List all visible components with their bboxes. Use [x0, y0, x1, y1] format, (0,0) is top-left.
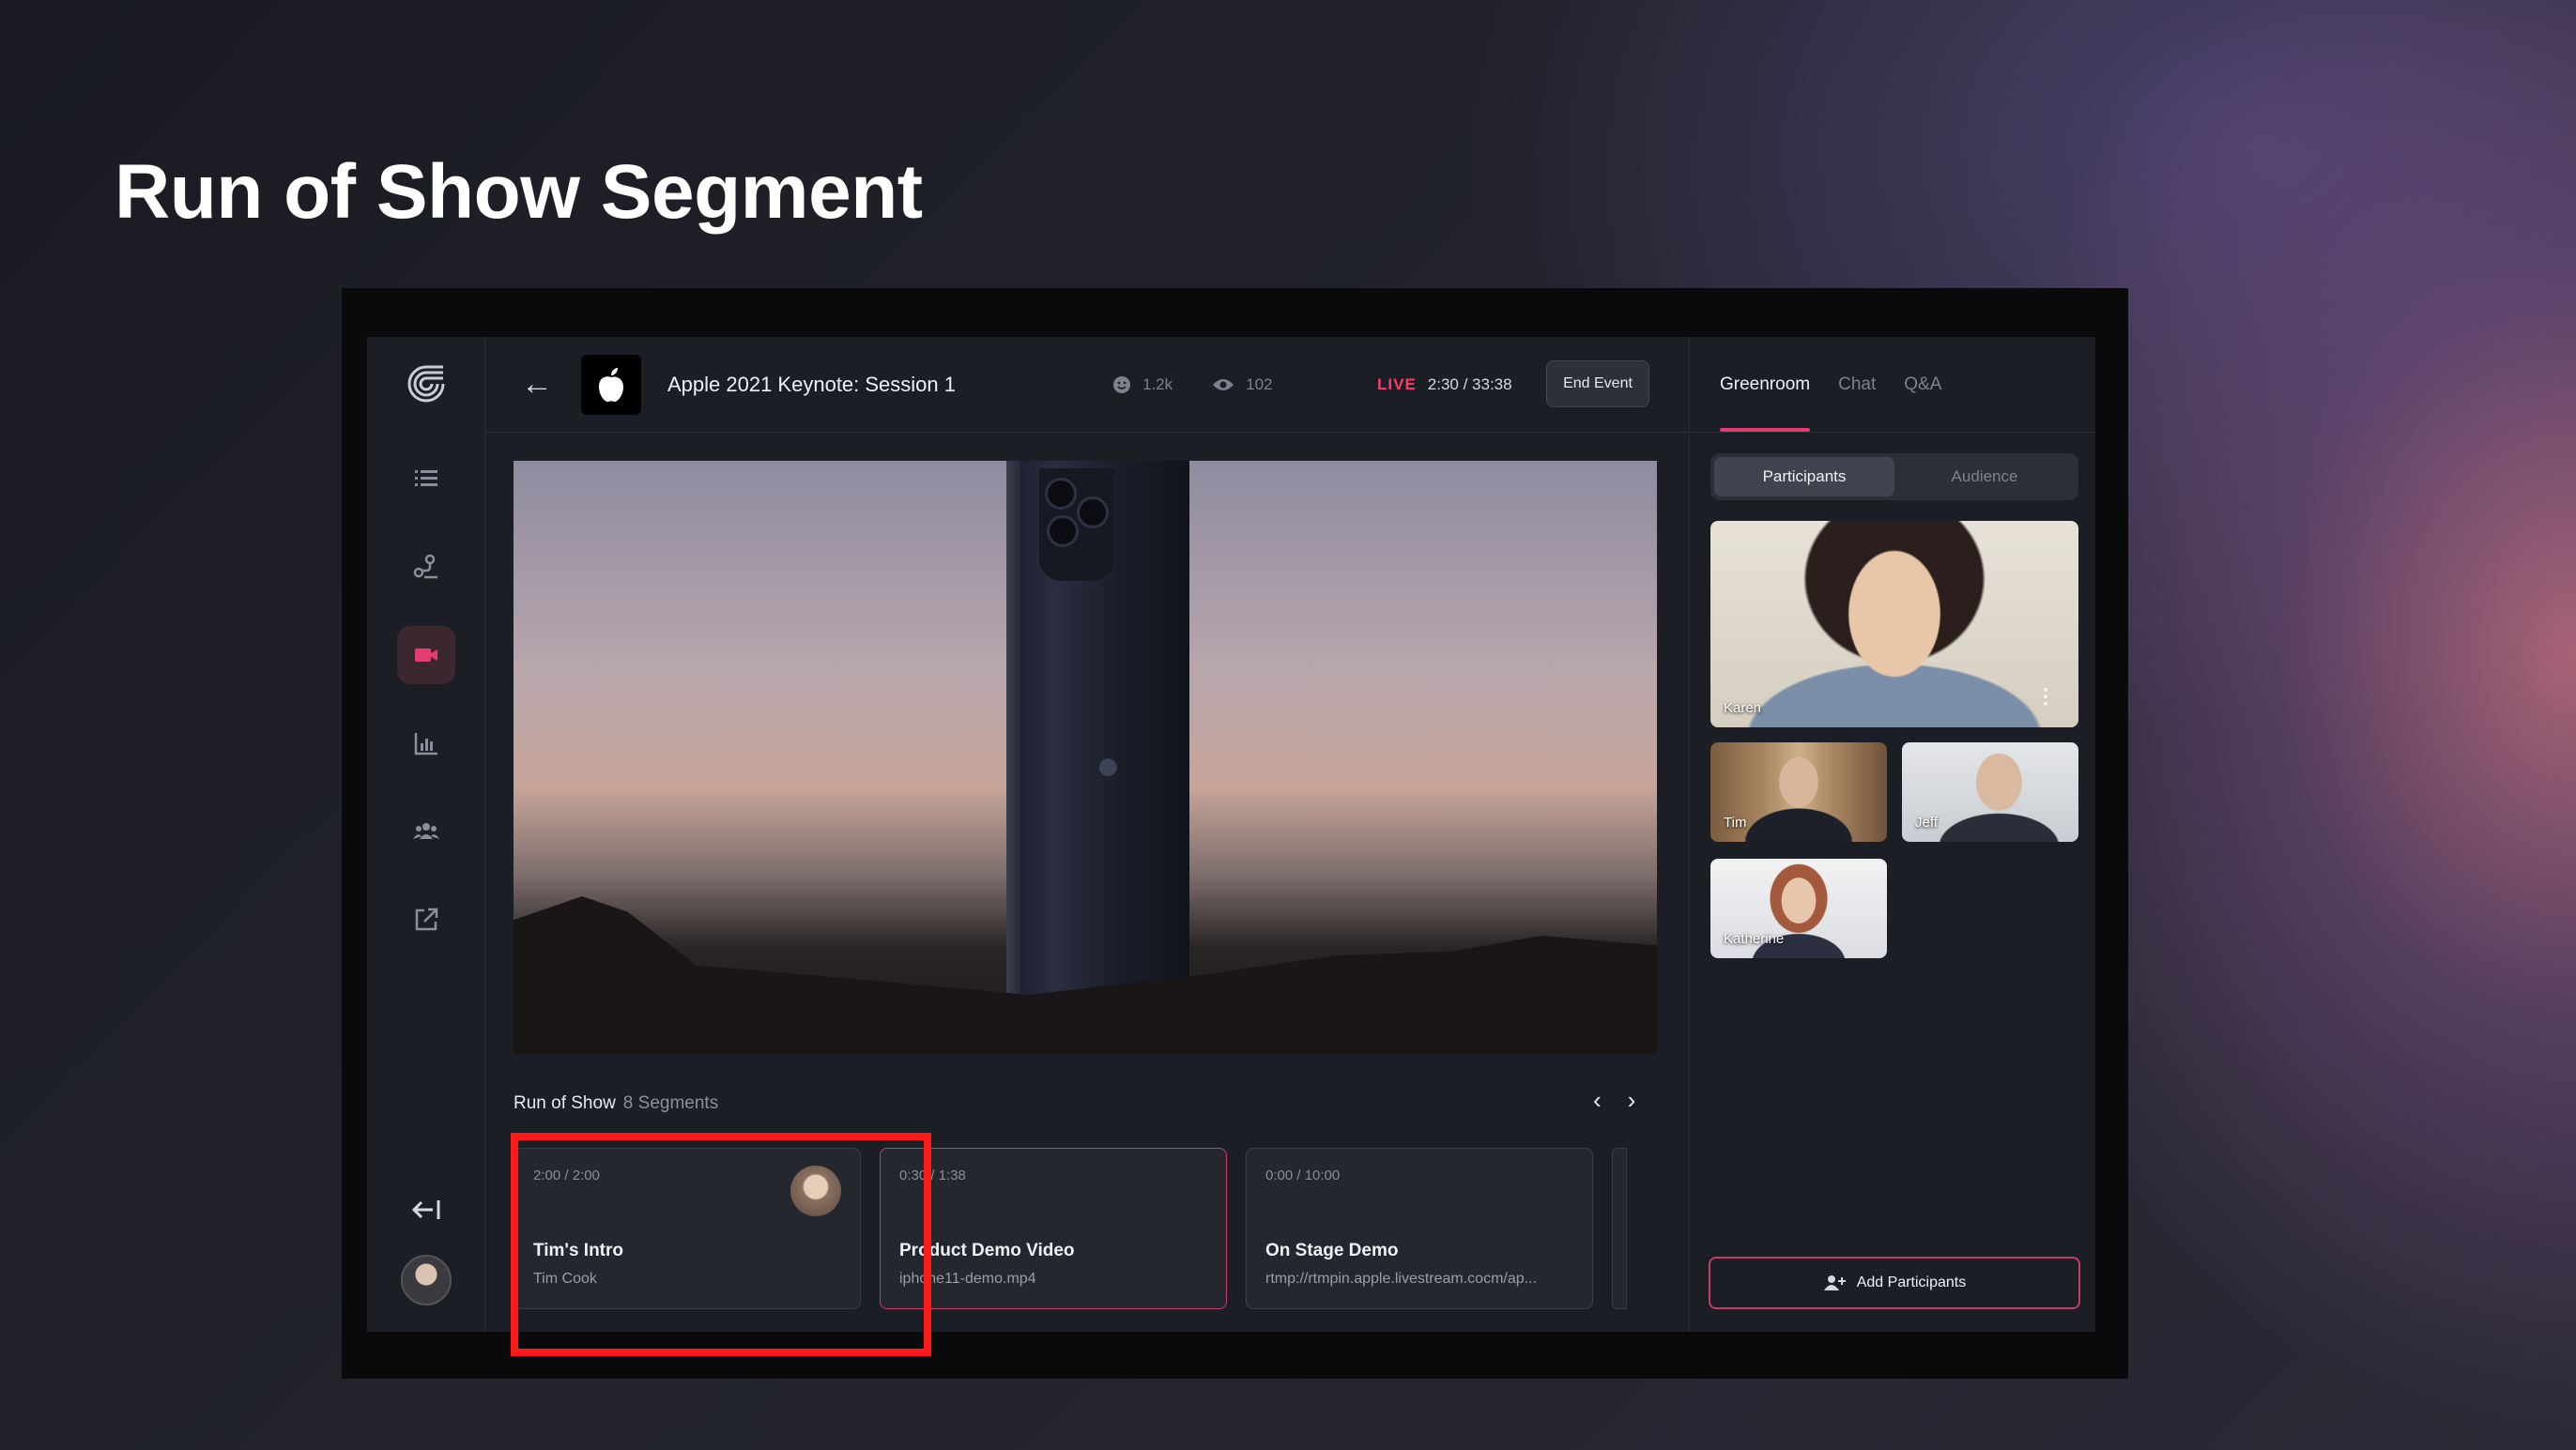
- participant-tile-karen[interactable]: Karen ⋮: [1710, 521, 2078, 727]
- analytics-icon: [414, 733, 437, 756]
- sidebar-item-flow[interactable]: [397, 538, 455, 596]
- app-logo-icon: [407, 365, 444, 403]
- camera-lens: [1047, 515, 1079, 547]
- audience-button[interactable]: Audience: [1894, 457, 2075, 496]
- video-preview[interactable]: ●: [514, 461, 1657, 1054]
- apple-logo-icon: [599, 367, 623, 402]
- sidebar-item-video[interactable]: [396, 626, 455, 684]
- video-camera-icon: [414, 649, 437, 662]
- segment-nav: ‹ ›: [1593, 1086, 1635, 1115]
- participant-tile-jeff[interactable]: Jeff: [1902, 742, 2078, 842]
- external-link-icon: [415, 908, 437, 931]
- sidebar-item-list[interactable]: [397, 450, 455, 508]
- tab-greenroom[interactable]: Greenroom: [1720, 337, 1811, 432]
- panel-tabs: Greenroom Chat Q&A: [1690, 337, 2095, 433]
- camera-lens: [1077, 496, 1109, 528]
- segment-card[interactable]: 0:00 / 10:00 On Stage Demo rtmp://rtmpin…: [1246, 1148, 1593, 1309]
- participants-audience-toggle: Participants Audience: [1710, 453, 2078, 500]
- slide-title: Run of Show Segment: [115, 149, 923, 235]
- segment-time: 0:00 / 10:00: [1265, 1168, 1341, 1183]
- viewers-count: 102: [1246, 374, 1273, 393]
- phone-apple-icon: ●: [1096, 742, 1121, 788]
- user-avatar[interactable]: [400, 1255, 452, 1305]
- tab-qa[interactable]: Q&A: [1904, 337, 1941, 432]
- viewers-stat: 102: [1212, 374, 1273, 394]
- list-icon: [414, 470, 437, 486]
- smiley-icon: [1113, 375, 1130, 393]
- collapse-left-icon[interactable]: [410, 1197, 442, 1223]
- participant-name: Jeff: [1915, 815, 1938, 831]
- tab-chat[interactable]: Chat: [1838, 337, 1876, 432]
- camera-lens: [1045, 478, 1077, 510]
- live-time: 2:30 / 33:38: [1427, 374, 1512, 393]
- reactions-count: 1.2k: [1142, 374, 1173, 393]
- highlight-box: [511, 1133, 931, 1356]
- camera-bump: [1039, 468, 1114, 581]
- end-event-button[interactable]: End Event: [1546, 360, 1649, 407]
- event-header: ← Apple 2021 Keynote: Session 1 1.2k 102…: [485, 337, 1689, 433]
- participant-name: Katherine: [1724, 931, 1785, 947]
- live-label: LIVE: [1377, 374, 1417, 393]
- chevron-left-icon[interactable]: ‹: [1593, 1086, 1602, 1115]
- segment-card[interactable]: 0:30 / 1:38 Product Demo Video iphone11-…: [880, 1148, 1227, 1309]
- segment-subtitle: rtmp://rtmpin.apple.livestream.cocm/ap..…: [1265, 1271, 1537, 1287]
- run-of-show-label: Run of Show: [514, 1093, 616, 1113]
- right-panel: Greenroom Chat Q&A Participants Audience…: [1689, 337, 2095, 1332]
- add-participants-label: Add Participants: [1856, 1274, 1967, 1290]
- sidebar-bottom: [367, 1197, 484, 1305]
- segment-count: 8 Segments: [622, 1093, 719, 1113]
- run-of-show-header: Run of Show 8 Segments: [514, 1093, 718, 1114]
- segment-title: On Stage Demo: [1265, 1241, 1399, 1260]
- back-arrow-icon[interactable]: ←: [521, 366, 553, 403]
- participant-name: Tim: [1724, 815, 1747, 831]
- live-indicator: LIVE 2:30 / 33:38: [1377, 337, 1512, 432]
- event-title: Apple 2021 Keynote: Session 1: [667, 372, 957, 396]
- more-options-icon[interactable]: ⋮: [2035, 684, 2056, 709]
- participant-tile-tim[interactable]: Tim: [1710, 742, 1887, 842]
- eye-icon: [1213, 378, 1234, 390]
- segment-subtitle: iphone11-demo.mp4: [899, 1271, 1036, 1287]
- event-stats: 1.2k 102: [1112, 337, 1273, 432]
- add-participants-button[interactable]: Add Participants: [1709, 1257, 2080, 1309]
- participant-name: Karen: [1724, 700, 1762, 716]
- chevron-right-icon[interactable]: ›: [1628, 1086, 1636, 1115]
- sidebar: [367, 337, 485, 1332]
- add-user-icon: [1823, 1275, 1846, 1290]
- people-icon: [412, 823, 439, 839]
- segment-time: 0:30 / 1:38: [899, 1168, 966, 1183]
- flow-icon: [413, 554, 437, 579]
- participants-button[interactable]: Participants: [1714, 457, 1894, 496]
- event-thumbnail: [581, 354, 641, 415]
- segment-card-partial[interactable]: [1612, 1148, 1627, 1309]
- sidebar-item-share[interactable]: [397, 891, 455, 949]
- participant-tile-katherine[interactable]: Katherine: [1710, 859, 1887, 958]
- reactions-stat: 1.2k: [1112, 375, 1173, 394]
- sidebar-item-analytics[interactable]: [397, 714, 455, 772]
- sidebar-item-people[interactable]: [397, 802, 455, 861]
